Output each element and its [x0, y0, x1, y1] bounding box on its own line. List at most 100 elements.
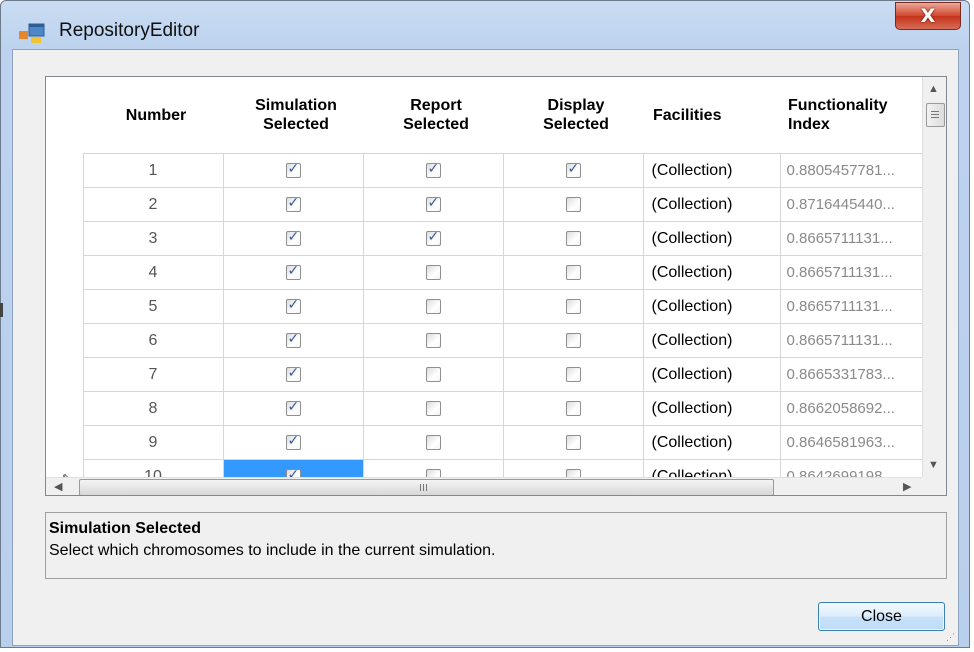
- cell-facilities[interactable]: (Collection): [642, 357, 781, 392]
- resize-grip-icon[interactable]: ⋰: [946, 632, 955, 643]
- display-selected-checkbox[interactable]: [565, 366, 581, 382]
- cell-simulation-selected[interactable]: ✓: [222, 187, 364, 222]
- column-header-number[interactable]: Number: [83, 77, 223, 154]
- table-row[interactable]: 9 ✓ (Collection) 0.8646581963...: [46, 425, 924, 460]
- column-header-display-selected[interactable]: Display Selected: [503, 77, 643, 154]
- simulation-selected-checkbox[interactable]: ✓: [285, 195, 301, 212]
- table-row[interactable]: 3 ✓ ✓ (Collection) 0.8665711131...: [46, 221, 924, 256]
- cell-functionality-index[interactable]: 0.8646581963...: [779, 425, 924, 460]
- row-header[interactable]: [46, 391, 84, 426]
- cell-display-selected[interactable]: [502, 357, 644, 392]
- simulation-selected-checkbox[interactable]: ✓: [285, 263, 301, 280]
- cell-report-selected[interactable]: ✓: [362, 153, 504, 188]
- vertical-scroll-thumb[interactable]: [926, 103, 945, 127]
- table-row[interactable]: 2 ✓ ✓ (Collection) 0.8716445440...: [46, 187, 924, 222]
- cell-report-selected[interactable]: [362, 357, 504, 392]
- simulation-selected-checkbox[interactable]: ✓: [285, 161, 301, 178]
- cell-functionality-index[interactable]: 0.8665711131...: [779, 221, 924, 256]
- cell-display-selected[interactable]: ✓: [502, 153, 644, 188]
- cell-facilities[interactable]: (Collection): [642, 221, 781, 256]
- cell-functionality-index[interactable]: 0.8716445440...: [779, 187, 924, 222]
- cell-functionality-index[interactable]: 0.8665711131...: [779, 289, 924, 324]
- simulation-selected-checkbox[interactable]: ✓: [285, 399, 301, 416]
- cell-number[interactable]: 9: [82, 425, 224, 460]
- row-header[interactable]: [46, 255, 84, 290]
- display-selected-checkbox[interactable]: [565, 298, 581, 314]
- column-header-functionality-index[interactable]: Functionality Index: [780, 77, 923, 154]
- row-header[interactable]: [46, 357, 84, 392]
- display-selected-checkbox[interactable]: [565, 264, 581, 280]
- simulation-selected-checkbox[interactable]: ✓: [285, 229, 301, 246]
- cell-display-selected[interactable]: [502, 323, 644, 358]
- display-selected-checkbox[interactable]: ✓: [565, 161, 581, 178]
- cell-simulation-selected[interactable]: ✓: [222, 425, 364, 460]
- scroll-right-icon[interactable]: ▶: [903, 480, 911, 493]
- close-button[interactable]: Close: [818, 602, 945, 631]
- cell-functionality-index[interactable]: 0.8665711131...: [779, 323, 924, 358]
- simulation-selected-checkbox[interactable]: ✓: [285, 297, 301, 314]
- cell-facilities[interactable]: (Collection): [642, 153, 781, 188]
- cell-report-selected[interactable]: [362, 425, 504, 460]
- display-selected-checkbox[interactable]: [565, 400, 581, 416]
- report-selected-checkbox[interactable]: [425, 366, 441, 382]
- simulation-selected-checkbox[interactable]: ✓: [285, 433, 301, 450]
- table-row[interactable]: 5 ✓ (Collection) 0.8665711131...: [46, 289, 924, 324]
- scroll-up-icon[interactable]: ▲: [928, 83, 939, 95]
- cell-simulation-selected[interactable]: ✓: [222, 357, 364, 392]
- cell-number[interactable]: 3: [82, 221, 224, 256]
- cell-functionality-index[interactable]: 0.8665331783...: [779, 357, 924, 392]
- report-selected-checkbox[interactable]: [425, 332, 441, 348]
- cell-number[interactable]: 8: [82, 391, 224, 426]
- cell-simulation-selected[interactable]: ✓: [222, 323, 364, 358]
- cell-simulation-selected[interactable]: ✓: [222, 289, 364, 324]
- cell-display-selected[interactable]: [502, 289, 644, 324]
- simulation-selected-checkbox[interactable]: ✓: [285, 365, 301, 382]
- horizontal-scrollbar[interactable]: ◀ ▶: [46, 477, 922, 495]
- cell-facilities[interactable]: (Collection): [642, 289, 781, 324]
- window-close-button[interactable]: X: [895, 2, 961, 30]
- display-selected-checkbox[interactable]: [565, 434, 581, 450]
- cell-simulation-selected[interactable]: ✓: [222, 153, 364, 188]
- report-selected-checkbox[interactable]: ✓: [425, 195, 441, 212]
- cell-number[interactable]: 2: [82, 187, 224, 222]
- cell-number[interactable]: 6: [82, 323, 224, 358]
- table-row[interactable]: 4 ✓ (Collection) 0.8665711131...: [46, 255, 924, 290]
- column-header-report-selected[interactable]: Report Selected: [363, 77, 503, 154]
- report-selected-checkbox[interactable]: [425, 298, 441, 314]
- cell-display-selected[interactable]: [502, 391, 644, 426]
- simulation-selected-checkbox[interactable]: ✓: [285, 331, 301, 348]
- cell-display-selected[interactable]: [502, 187, 644, 222]
- title-bar[interactable]: RepositoryEditor X: [1, 1, 969, 49]
- cell-simulation-selected[interactable]: ✓: [222, 221, 364, 256]
- cell-display-selected[interactable]: [502, 255, 644, 290]
- cell-simulation-selected[interactable]: ✓: [222, 391, 364, 426]
- cell-report-selected[interactable]: [362, 323, 504, 358]
- row-header[interactable]: [46, 187, 84, 222]
- row-header[interactable]: [46, 221, 84, 256]
- cell-report-selected[interactable]: ✓: [362, 221, 504, 256]
- cell-functionality-index[interactable]: 0.8665711131...: [779, 255, 924, 290]
- cell-display-selected[interactable]: [502, 221, 644, 256]
- report-selected-checkbox[interactable]: [425, 400, 441, 416]
- column-header-facilities[interactable]: Facilities: [643, 77, 780, 154]
- row-header[interactable]: [46, 323, 84, 358]
- table-row[interactable]: 6 ✓ (Collection) 0.8665711131...: [46, 323, 924, 358]
- horizontal-scroll-thumb[interactable]: [79, 479, 774, 495]
- cell-report-selected[interactable]: ✓: [362, 187, 504, 222]
- table-row[interactable]: 1 ✓ ✓ ✓ (Collection) 0.8805457781...: [46, 153, 924, 188]
- display-selected-checkbox[interactable]: [565, 332, 581, 348]
- cell-functionality-index[interactable]: 0.8805457781...: [779, 153, 924, 188]
- scroll-down-icon[interactable]: ▼: [928, 459, 939, 471]
- cell-facilities[interactable]: (Collection): [642, 255, 781, 290]
- row-header[interactable]: [46, 425, 84, 460]
- cell-report-selected[interactable]: [362, 255, 504, 290]
- data-grid[interactable]: Number Simulation Selected Report Selected…: [45, 76, 947, 496]
- row-header[interactable]: [46, 289, 84, 324]
- cell-number[interactable]: 7: [82, 357, 224, 392]
- table-row[interactable]: 8 ✓ (Collection) 0.8662058692...: [46, 391, 924, 426]
- cell-facilities[interactable]: (Collection): [642, 187, 781, 222]
- row-header[interactable]: [46, 153, 84, 188]
- cell-number[interactable]: 5: [82, 289, 224, 324]
- report-selected-checkbox[interactable]: [425, 434, 441, 450]
- report-selected-checkbox[interactable]: ✓: [425, 161, 441, 178]
